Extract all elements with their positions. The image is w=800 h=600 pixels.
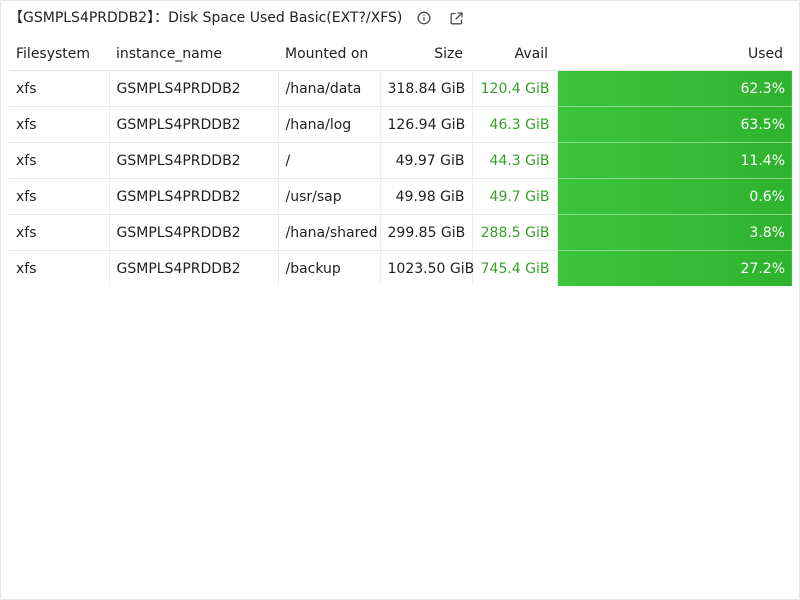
cell-mounted-on: /usr/sap	[278, 178, 381, 215]
cell-instance-name: GSMPLS4PRDDB2	[109, 70, 279, 107]
disk-space-panel: 【GSMPLS4PRDDB2】：Disk Space Used Basic(EX…	[0, 0, 800, 600]
column-header-instance-name[interactable]: instance_name	[109, 38, 278, 71]
cell-filesystem: xfs	[9, 178, 110, 215]
cell-instance-name: GSMPLS4PRDDB2	[109, 106, 279, 143]
cell-filesystem: xfs	[9, 70, 110, 107]
cell-avail: 49.7 GiB	[472, 178, 558, 215]
cell-size: 49.98 GiB	[380, 178, 473, 215]
cell-mounted-on: /hana/data	[278, 70, 381, 107]
cell-size: 318.84 GiB	[380, 70, 473, 107]
cell-instance-name: GSMPLS4PRDDB2	[109, 178, 279, 215]
cell-filesystem: xfs	[9, 250, 110, 286]
column-header-used[interactable]: Used	[557, 38, 792, 71]
panel-title: 【GSMPLS4PRDDB2】：Disk Space Used Basic(EX…	[9, 10, 403, 26]
cell-mounted-on: /hana/shared	[278, 214, 381, 251]
external-link-icon[interactable]	[446, 8, 466, 28]
column-header-filesystem[interactable]: Filesystem	[9, 38, 109, 71]
cell-filesystem: xfs	[9, 142, 110, 179]
cell-used: 27.2%	[557, 250, 792, 286]
cell-mounted-on: /	[278, 142, 381, 179]
cell-instance-name: GSMPLS4PRDDB2	[109, 214, 279, 251]
cell-instance-name: GSMPLS4PRDDB2	[109, 142, 279, 179]
cell-size: 299.85 GiB	[380, 214, 473, 251]
cell-avail: 120.4 GiB	[472, 70, 558, 107]
table-header-row: Filesystem instance_name Mounted on Size…	[9, 38, 792, 71]
cell-used: 0.6%	[557, 178, 792, 215]
cell-instance-name: GSMPLS4PRDDB2	[109, 250, 279, 286]
cell-size: 49.97 GiB	[380, 142, 473, 179]
cell-used: 3.8%	[557, 214, 792, 251]
column-header-mounted-on[interactable]: Mounted on	[278, 38, 380, 71]
cell-avail: 46.3 GiB	[472, 106, 558, 143]
cell-filesystem: xfs	[9, 214, 110, 251]
table-row: xfs GSMPLS4PRDDB2 /usr/sap 49.98 GiB 49.…	[9, 178, 792, 215]
cell-filesystem: xfs	[9, 106, 110, 143]
cell-used: 11.4%	[557, 142, 792, 179]
cell-size: 1023.50 GiB	[380, 250, 474, 286]
cell-used: 62.3%	[557, 70, 792, 107]
column-header-size[interactable]: Size	[380, 38, 472, 71]
table-row: xfs GSMPLS4PRDDB2 /hana/shared 299.85 Gi…	[9, 214, 792, 251]
cell-used: 63.5%	[557, 106, 792, 143]
cell-size: 126.94 GiB	[380, 106, 473, 143]
cell-avail: 288.5 GiB	[472, 214, 558, 251]
table-row: xfs GSMPLS4PRDDB2 /backup 1023.50 GiB 74…	[9, 250, 792, 286]
disk-usage-table: Filesystem instance_name Mounted on Size…	[9, 38, 792, 286]
panel-header: 【GSMPLS4PRDDB2】：Disk Space Used Basic(EX…	[9, 6, 466, 30]
table-row: xfs GSMPLS4PRDDB2 /hana/data 318.84 GiB …	[9, 70, 792, 107]
cell-mounted-on: /hana/log	[278, 106, 381, 143]
table-row: xfs GSMPLS4PRDDB2 /hana/log 126.94 GiB 4…	[9, 106, 792, 143]
cell-avail: 745.4 GiB	[472, 250, 558, 286]
info-circle-icon[interactable]	[414, 8, 434, 28]
cell-mounted-on: /backup	[278, 250, 381, 286]
column-header-avail[interactable]: Avail	[472, 38, 557, 71]
cell-avail: 44.3 GiB	[472, 142, 558, 179]
table-row: xfs GSMPLS4PRDDB2 / 49.97 GiB 44.3 GiB 1…	[9, 142, 792, 179]
